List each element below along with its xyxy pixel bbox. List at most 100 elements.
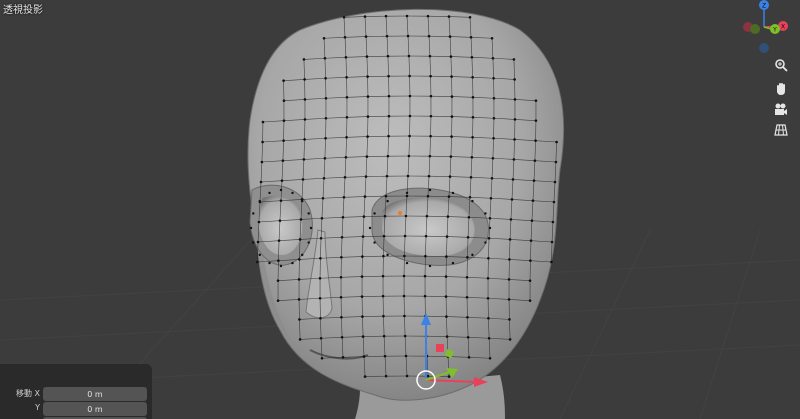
eye-loop-vertex[interactable] <box>301 253 304 257</box>
mesh-vertex[interactable] <box>492 136 495 140</box>
eye-loop-vertex[interactable] <box>279 188 283 192</box>
mesh-vertex[interactable] <box>487 336 491 340</box>
selected-vertex[interactable] <box>397 210 403 216</box>
mesh-vertex[interactable] <box>321 196 325 200</box>
mesh-vertex[interactable] <box>444 295 448 298</box>
mesh-vertex[interactable] <box>324 76 327 80</box>
mesh-vertex[interactable] <box>361 235 365 238</box>
eye-loop-vertex[interactable] <box>451 261 455 265</box>
mesh-vertex[interactable] <box>424 254 427 258</box>
mesh-vertex[interactable] <box>512 58 516 61</box>
mesh-vertex[interactable] <box>341 356 345 359</box>
mesh-vertex[interactable] <box>466 256 469 259</box>
mesh-vertex[interactable] <box>382 254 385 258</box>
mesh-vertex[interactable] <box>298 338 302 341</box>
mesh-vertex[interactable] <box>402 294 406 298</box>
mesh-vertex[interactable] <box>445 335 449 338</box>
mesh-vertex[interactable] <box>382 334 386 338</box>
mesh-vertex[interactable] <box>365 155 369 158</box>
mesh-vertex[interactable] <box>303 138 306 141</box>
mesh-vertex[interactable] <box>469 176 473 179</box>
mesh-vertex[interactable] <box>383 214 387 218</box>
mesh-vertex[interactable] <box>426 194 430 198</box>
eye-loop-vertex[interactable] <box>309 226 313 230</box>
mesh-vertex[interactable] <box>534 119 538 122</box>
mesh-vertex[interactable] <box>403 254 406 258</box>
mesh-vertex[interactable] <box>534 99 538 102</box>
mesh-vertex[interactable] <box>529 259 532 262</box>
mesh-vertex[interactable] <box>471 116 475 119</box>
mesh-vertex[interactable] <box>450 135 453 138</box>
mesh-vertex[interactable] <box>277 259 280 262</box>
mesh-vertex[interactable] <box>423 274 427 278</box>
mesh-vertex[interactable] <box>468 16 472 19</box>
eye-loop-vertex[interactable] <box>405 261 409 265</box>
mesh-vertex[interactable] <box>427 174 431 178</box>
mesh-vertex[interactable] <box>405 374 409 378</box>
mesh-vertex[interactable] <box>340 236 344 239</box>
mesh-vertex[interactable] <box>407 154 411 158</box>
mesh-vertex[interactable] <box>360 275 364 278</box>
mesh-vertex[interactable] <box>507 278 511 281</box>
mesh-vertex[interactable] <box>345 96 349 99</box>
eye-loop-vertex[interactable] <box>484 212 487 215</box>
mesh-vertex[interactable] <box>427 34 431 38</box>
mesh-vertex[interactable] <box>466 336 470 339</box>
mesh-vertex[interactable] <box>319 336 323 340</box>
mesh-vertex[interactable] <box>507 298 511 301</box>
eye-loop-vertex[interactable] <box>249 226 253 230</box>
mesh-vertex[interactable] <box>362 355 366 358</box>
eye-loop-vertex[interactable] <box>268 261 271 265</box>
mesh-vertex[interactable] <box>319 236 323 240</box>
mesh-vertex[interactable] <box>448 175 452 178</box>
mesh-vertex[interactable] <box>488 356 492 360</box>
mesh-vertex[interactable] <box>319 316 322 320</box>
mesh-vertex[interactable] <box>405 14 409 18</box>
mesh-vertex[interactable] <box>487 316 490 320</box>
eye-loop-vertex[interactable] <box>258 253 261 257</box>
mesh-vertex[interactable] <box>362 215 366 218</box>
mesh-vertex[interactable] <box>261 140 264 144</box>
mesh-vertex[interactable] <box>344 56 348 59</box>
mesh-vertex[interactable] <box>339 296 343 299</box>
mesh-vertex[interactable] <box>424 234 428 238</box>
mesh-vertex[interactable] <box>324 96 328 100</box>
eye-loop-vertex[interactable] <box>484 241 487 244</box>
mesh-vertex[interactable] <box>530 219 534 222</box>
gizmo-plane-yz[interactable] <box>436 344 444 352</box>
mesh-vertex[interactable] <box>297 278 301 281</box>
mesh-vertex[interactable] <box>403 334 407 338</box>
mesh-vertex[interactable] <box>282 99 286 102</box>
mesh-vertex[interactable] <box>381 294 385 298</box>
mesh-vertex[interactable] <box>471 76 474 79</box>
mesh-vertex[interactable] <box>298 318 301 321</box>
mesh-vertex[interactable] <box>345 136 348 139</box>
mesh-vertex[interactable] <box>282 139 285 142</box>
mesh-vertex[interactable] <box>487 236 491 240</box>
mesh-vertex[interactable] <box>449 155 453 158</box>
grid-ortho-icon[interactable] <box>771 120 791 140</box>
eye-loop-vertex[interactable] <box>386 199 389 203</box>
mesh-vertex[interactable] <box>261 120 265 124</box>
mesh-vertex[interactable] <box>365 55 369 58</box>
mesh-vertex[interactable] <box>302 58 306 61</box>
mesh-vertex[interactable] <box>385 174 389 178</box>
mesh-vertex[interactable] <box>465 276 469 279</box>
move-y-field[interactable]: 0 m <box>43 402 147 416</box>
mesh-vertex[interactable] <box>471 96 475 99</box>
mesh-vertex[interactable] <box>298 238 302 241</box>
mesh-vertex[interactable] <box>513 118 517 121</box>
mesh-vertex[interactable] <box>403 234 407 238</box>
hand-pan-icon[interactable] <box>771 79 791 99</box>
eye-loop-vertex[interactable] <box>373 212 376 215</box>
mesh-vertex[interactable] <box>471 136 474 139</box>
mesh-vertex[interactable] <box>344 156 348 159</box>
eye-loop-vertex[interactable] <box>252 241 255 244</box>
scene-canvas[interactable] <box>0 0 800 419</box>
mesh-vertex[interactable] <box>468 196 472 199</box>
mesh-vertex[interactable] <box>299 218 303 221</box>
mesh-vertex[interactable] <box>508 318 511 321</box>
eye-loop-vertex[interactable] <box>291 191 294 195</box>
mesh-vertex[interactable] <box>320 356 324 360</box>
mesh-vertex[interactable] <box>445 315 448 318</box>
